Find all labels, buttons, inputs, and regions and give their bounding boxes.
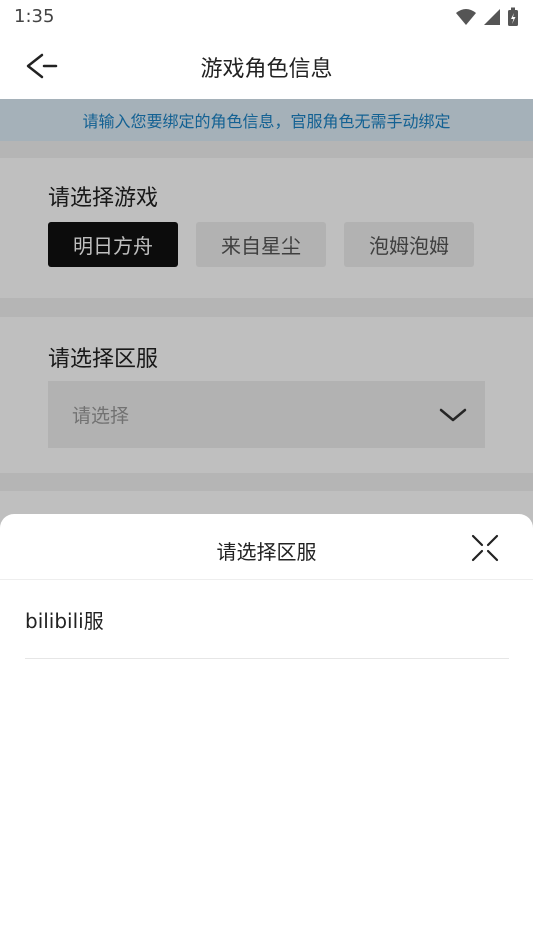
close-icon xyxy=(471,534,499,562)
signal-icon xyxy=(484,8,500,25)
server-picker-sheet: 请选择区服 bilibili服 xyxy=(0,514,533,943)
sheet-header: 请选择区服 xyxy=(0,514,533,580)
status-bar: 1:35 xyxy=(0,0,533,33)
nav-bar: 游戏角色信息 xyxy=(0,33,533,99)
battery-icon xyxy=(508,7,518,26)
page-title: 游戏角色信息 xyxy=(200,57,333,82)
wifi-icon xyxy=(456,8,476,25)
status-time: 1:35 xyxy=(14,6,55,27)
server-option-label: bilibili服 xyxy=(25,608,104,633)
server-option[interactable]: bilibili服 xyxy=(25,580,509,659)
sheet-title: 请选择区服 xyxy=(216,540,317,564)
status-icons xyxy=(455,7,519,27)
close-button[interactable] xyxy=(468,531,502,565)
